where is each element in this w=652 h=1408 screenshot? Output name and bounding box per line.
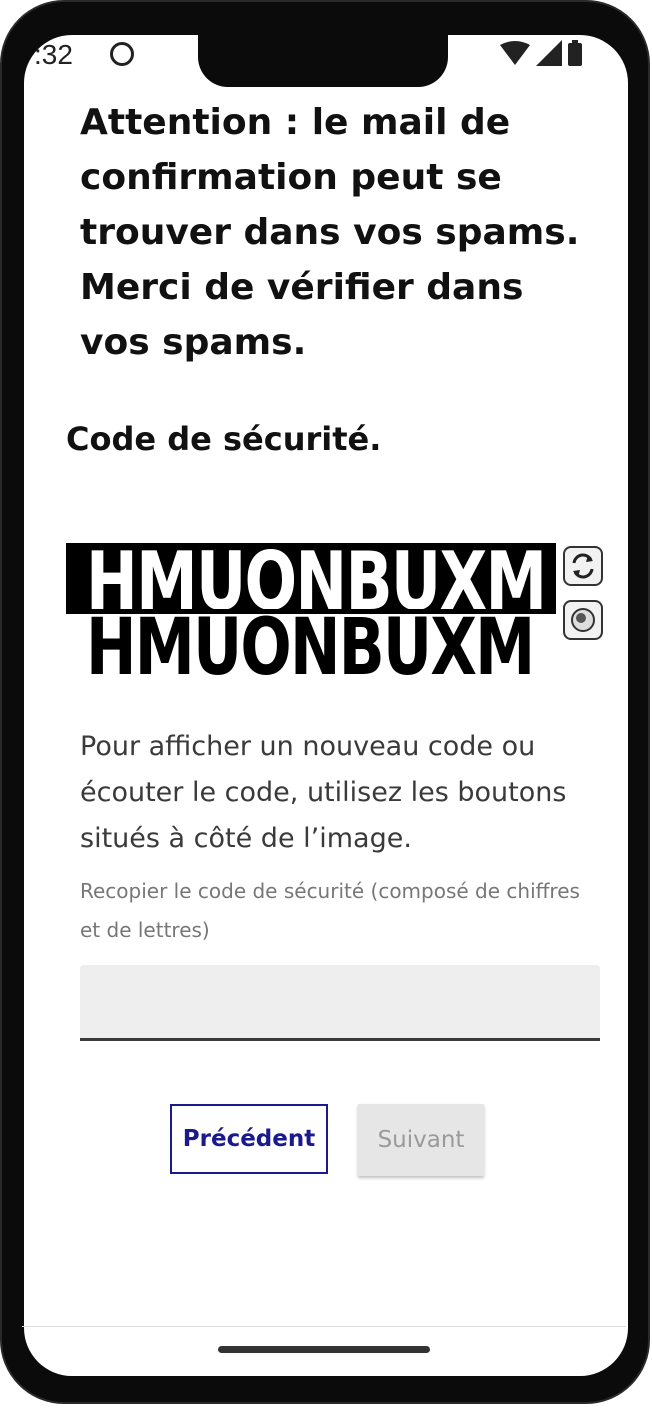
captcha-refresh-button[interactable] [563, 546, 603, 586]
security-code-title: Code de sécurité. [66, 420, 382, 458]
camera-notch [198, 31, 448, 87]
spam-warning: Attention : le mail de confirmation peut… [80, 102, 580, 363]
captcha-band-top: HMUONBUXM [66, 543, 556, 628]
alarm-icon [110, 42, 134, 66]
refresh-icon [572, 553, 594, 579]
battery-icon [568, 40, 582, 66]
cellular-icon [536, 40, 562, 66]
captcha-audio-button[interactable] [563, 600, 603, 640]
captcha-help-text: Pour afficher un nouveau code ou écouter… [80, 731, 567, 854]
status-time: :32 [34, 39, 73, 70]
captcha-noise-line [66, 609, 556, 614]
wifi-icon [500, 41, 530, 65]
home-indicator[interactable] [218, 1346, 430, 1353]
bottom-divider [22, 1326, 626, 1327]
captcha-image: HMUONBUXM HMUONBUXM [66, 543, 556, 688]
status-icons [500, 40, 582, 66]
audio-icon [571, 608, 595, 632]
previous-button[interactable]: Précédent [170, 1104, 328, 1174]
captcha-text-bottom: HMUONBUXM [86, 603, 535, 688]
code-field-label: Recopier le code de sécurité (composé de… [80, 879, 580, 942]
next-button: Suivant [358, 1104, 484, 1176]
captcha-band-bottom: HMUONBUXM [66, 603, 556, 688]
security-code-input[interactable] [80, 965, 600, 1041]
